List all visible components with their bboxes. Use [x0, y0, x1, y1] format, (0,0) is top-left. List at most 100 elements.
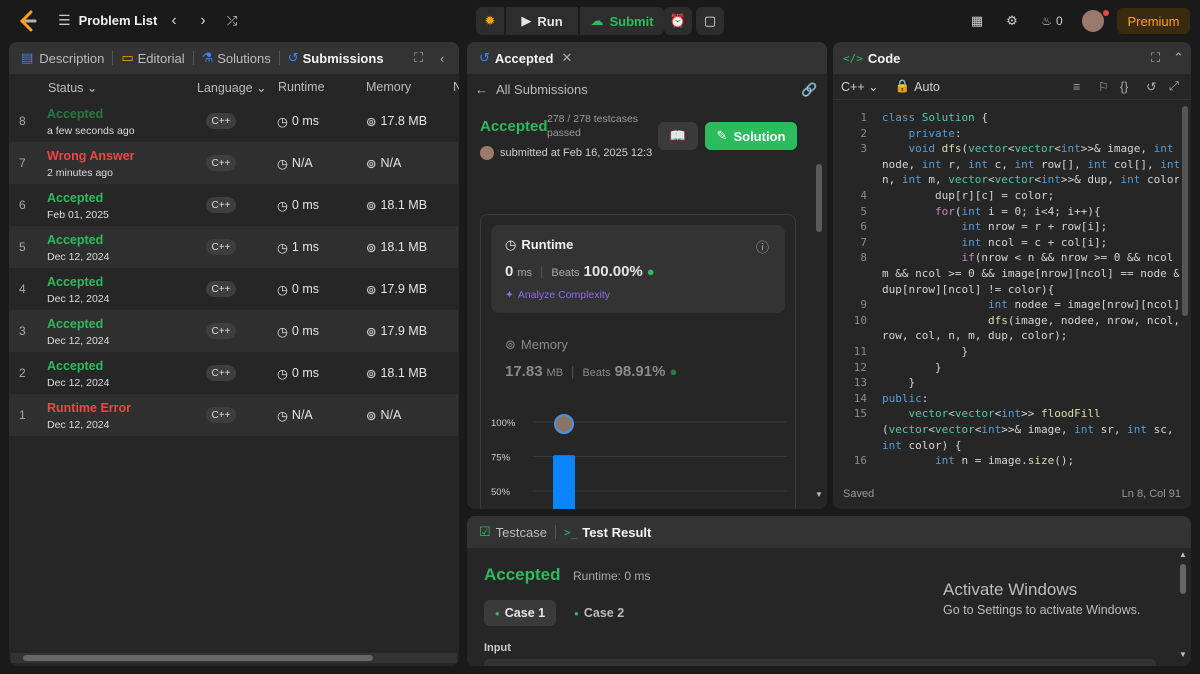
code-line[interactable]: node, int r, int c, int row[], int col[]… [882, 158, 1179, 171]
language-header[interactable]: Language ⌄ [197, 80, 267, 95]
scroll-up-icon[interactable]: ▲ [1179, 550, 1187, 559]
streak-counter[interactable]: ♨ 0 [1037, 12, 1067, 30]
close-tab-icon[interactable]: ✕ [561, 50, 572, 66]
maximize-icon[interactable]: ⛶ [414, 50, 423, 66]
tab-testcase[interactable]: Testcase [496, 525, 547, 540]
layout-icon[interactable]: ▦ [968, 12, 986, 30]
code-line[interactable]: (vector<vector<int>>& image, int sr, int… [882, 423, 1173, 436]
input-box[interactable] [484, 659, 1156, 666]
code-line[interactable]: } [882, 376, 915, 389]
tab-editorial[interactable]: Editorial [138, 51, 185, 66]
code-line[interactable]: public: [882, 392, 928, 405]
code-line[interactable]: int nrow = r + row[i]; [882, 220, 1107, 233]
list-icon: ☰ [58, 12, 71, 28]
code-scrollbar-thumb[interactable] [1182, 106, 1188, 316]
panel-menu-icon[interactable]: ⌃ [1173, 50, 1184, 66]
code-line[interactable]: void dfs(vector<vector<int>>& image, int [882, 142, 1174, 155]
info-icon[interactable]: ⓘ [756, 237, 769, 256]
reset-icon[interactable]: ↺ [1146, 79, 1156, 94]
code-line[interactable]: for(int i = 0; i<4; i++){ [882, 205, 1101, 218]
submission-status[interactable]: Accepted [47, 359, 103, 373]
case-1-tab[interactable]: ● Case 1 [484, 600, 556, 626]
submission-status[interactable]: Wrong Answer [47, 149, 135, 163]
analyze-complexity-link[interactable]: ✦ Analyze Complexity [505, 289, 610, 301]
bookmark-icon[interactable]: ⚐ [1098, 79, 1109, 94]
problem-list-button[interactable]: ☰ Problem List [58, 12, 157, 29]
submission-status[interactable]: Accepted [47, 191, 103, 205]
run-button[interactable]: ▶ Run [506, 7, 578, 35]
tab-accepted[interactable]: Accepted [495, 51, 554, 66]
scroll-down-icon[interactable]: ▼ [1179, 650, 1187, 659]
scrollbar-thumb[interactable] [816, 164, 822, 232]
submission-status[interactable]: Accepted [47, 107, 103, 121]
runtime-bar[interactable] [553, 455, 575, 509]
row-index: 8 [19, 114, 26, 128]
table-row[interactable]: 2 Accepted Dec 12, 2024 C++ ◷ 0 ms ⊚ 18.1 MB [9, 352, 458, 394]
tab-description[interactable]: Description [39, 51, 104, 66]
table-row[interactable]: 7 Wrong Answer 2 minutes ago C++ ◷ N/A ⊚ N/A [9, 142, 458, 184]
auto-mode-label[interactable]: Auto [914, 80, 940, 94]
braces-icon[interactable]: {} [1120, 80, 1128, 94]
avatar[interactable] [1082, 10, 1104, 32]
submission-status[interactable]: Accepted [47, 317, 103, 331]
submission-status[interactable]: Accepted [47, 233, 103, 247]
code-line[interactable]: dup[r][c] = color; [882, 189, 1054, 202]
table-row[interactable]: 3 Accepted Dec 12, 2024 C++ ◷ 0 ms ⊚ 17.9 MB [9, 310, 458, 352]
code-editor[interactable]: 1 class Solution {2 private: 3 void dfs(ve… [833, 106, 1179, 476]
case-2-tab[interactable]: ● Case 2 [574, 600, 634, 626]
code-line[interactable]: row, col, n, m, dup, color); [882, 329, 1067, 342]
notes-icon[interactable]: ▢ [696, 7, 724, 35]
memory-title[interactable]: ⊚ Memory [505, 337, 568, 353]
code-line[interactable]: int ncol = c + col[i]; [882, 236, 1107, 249]
submit-button[interactable]: ☁ Submit [580, 7, 664, 35]
submission-status[interactable]: Accepted [47, 275, 103, 289]
prev-problem-icon[interactable]: ‹ [165, 11, 183, 31]
solution-button[interactable]: ✎ Solution [705, 122, 797, 150]
table-row[interactable]: 6 Accepted Feb 01, 2025 C++ ◷ 0 ms ⊚ 18.1 MB [9, 184, 458, 226]
next-problem-icon[interactable]: › [194, 11, 212, 31]
tab-test-result[interactable]: Test Result [582, 525, 651, 540]
code-line[interactable]: private: [882, 127, 962, 140]
shuffle-icon[interactable]: ⤮ [222, 11, 242, 31]
code-line[interactable]: int nodee = image[nrow][ncol]; [882, 298, 1179, 311]
code-line[interactable]: vector<vector<int>> floodFill [882, 407, 1101, 420]
status-header[interactable]: Status ⌄ [48, 80, 97, 95]
settings-gear-icon[interactable]: ⚙ [1003, 12, 1021, 30]
scroll-down-icon[interactable]: ▼ [815, 490, 823, 499]
all-submissions-link[interactable]: ← All Submissions [475, 82, 588, 97]
vertical-scrollbar[interactable]: ▼ [815, 82, 823, 502]
table-row[interactable]: 4 Accepted Dec 12, 2024 C++ ◷ 0 ms ⊚ 17.9 MB [9, 268, 458, 310]
code-line[interactable]: m && ncol >= 0 && image[nrow][ncol] == n… [882, 267, 1179, 280]
language-select[interactable]: C++ ⌄ [841, 79, 879, 94]
timer-icon[interactable]: ⏰ [664, 7, 692, 35]
code-line[interactable]: int color) { [882, 439, 961, 452]
code-line[interactable]: int n = image.size(); [882, 454, 1074, 467]
scrollbar-thumb[interactable] [1180, 564, 1186, 594]
code-line[interactable]: n, int m, vector<vector<int>>& dup, int … [882, 173, 1179, 186]
code-line[interactable]: } [882, 345, 968, 358]
user-position-avatar[interactable] [554, 414, 574, 434]
code-line[interactable]: if(nrow < n && nrow >= 0 && ncol < [882, 251, 1179, 264]
code-line[interactable]: dfs(image, nodee, nrow, ncol, [882, 314, 1179, 327]
table-row[interactable]: 8 Accepted a few seconds ago C++ ◷ 0 ms ⊚ 17.8 … [9, 100, 458, 142]
collapse-icon[interactable]: ‹ [440, 51, 444, 66]
tab-solutions[interactable]: Solutions [217, 51, 270, 66]
code-line[interactable]: dup[nrow][ncol] != color){ [882, 283, 1054, 296]
code-line[interactable]: class Solution { [882, 111, 988, 124]
maximize-icon[interactable]: ⛶ [1151, 50, 1160, 66]
vertical-scrollbar[interactable]: ▲ ▼ [1179, 550, 1187, 662]
format-icon[interactable]: ≡ [1073, 80, 1080, 94]
submission-status[interactable]: Runtime Error [47, 401, 131, 415]
table-row[interactable]: 5 Accepted Dec 12, 2024 C++ ◷ 1 ms ⊚ 18.1 MB [9, 226, 458, 268]
debug-icon[interactable]: ✹ [476, 7, 504, 35]
table-row[interactable]: 1 Runtime Error Dec 12, 2024 C++ ◷ N/A ⊚ N/A [9, 394, 458, 436]
tab-submissions[interactable]: Submissions [303, 51, 384, 66]
leetcode-logo-icon[interactable] [17, 10, 39, 32]
runtime-card[interactable]: ◷ Runtime ⓘ 0 ms | Beats 100.00% ● ✦ Analy… [491, 225, 785, 313]
scrollbar-thumb[interactable] [23, 655, 373, 661]
expand-icon[interactable]: ⤢ [1169, 79, 1179, 94]
code-line[interactable]: } [882, 361, 942, 374]
premium-button[interactable]: Premium [1117, 8, 1190, 34]
editorial-book-button[interactable]: 📖 [658, 122, 698, 150]
horizontal-scrollbar[interactable] [11, 653, 457, 663]
